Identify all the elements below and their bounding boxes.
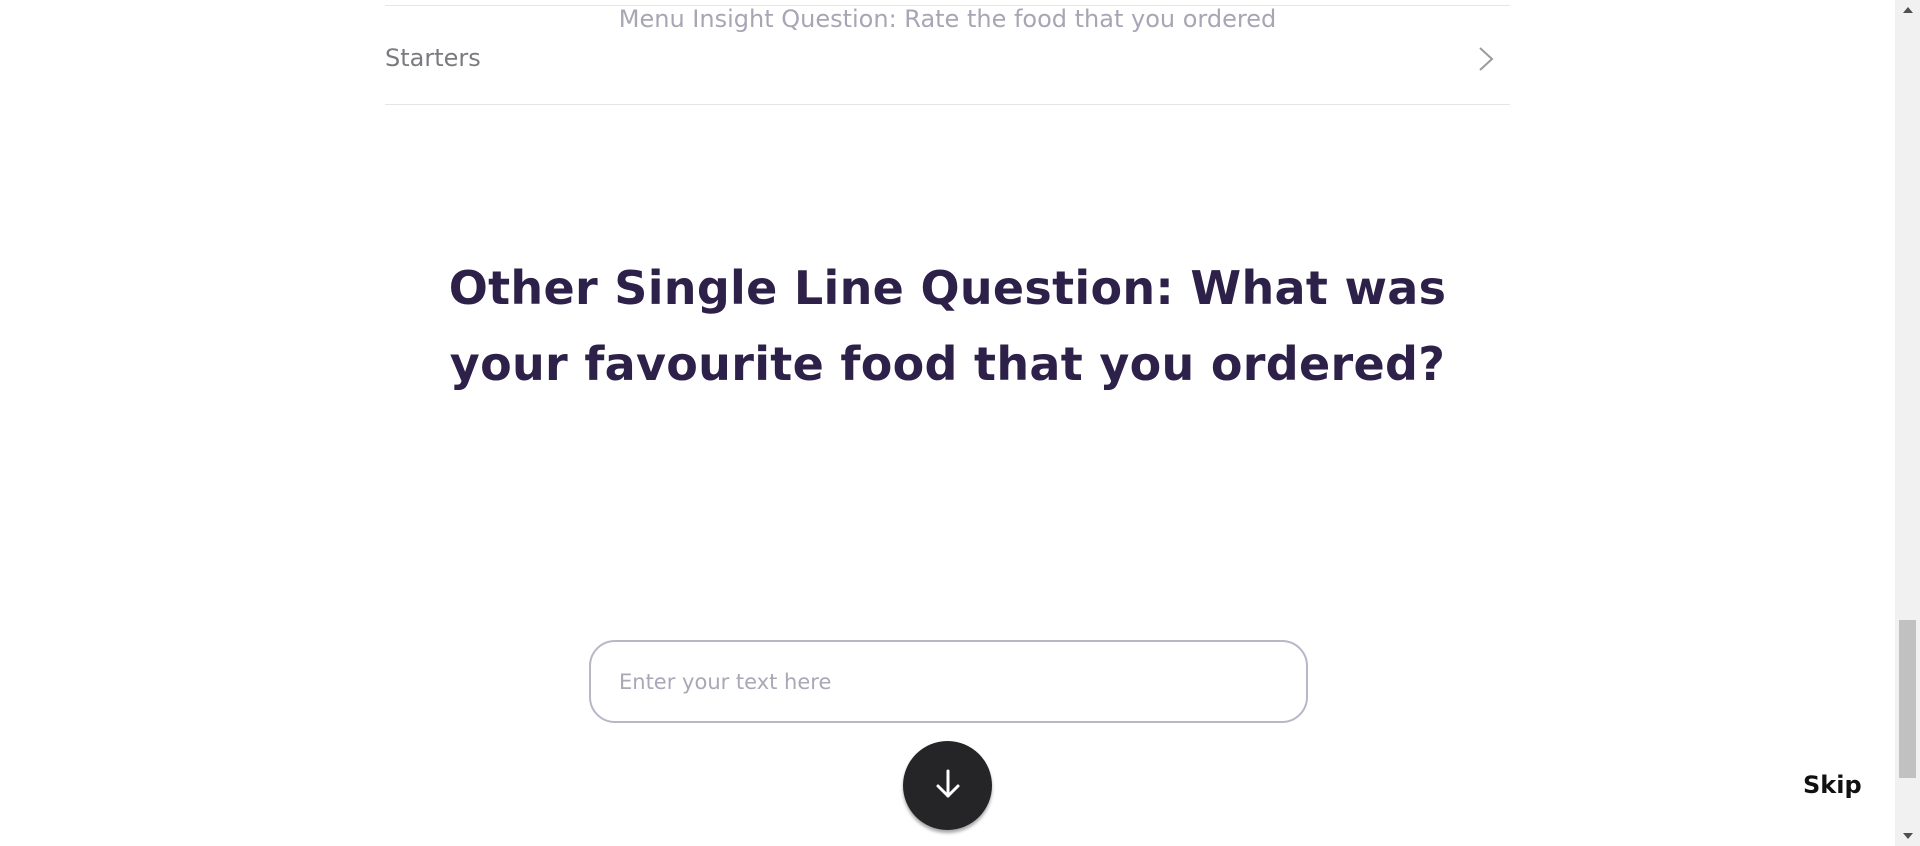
scrollbar-thumb[interactable] bbox=[1899, 620, 1916, 778]
skip-button[interactable]: Skip bbox=[1803, 771, 1862, 799]
previous-question-title: Menu Insight Question: Rate the food tha… bbox=[618, 5, 1277, 33]
answer-input[interactable] bbox=[589, 640, 1308, 723]
question-title: Other Single Line Question: What was you… bbox=[448, 261, 1447, 391]
chevron-right-icon bbox=[1474, 44, 1498, 74]
category-label: Starters bbox=[385, 44, 481, 72]
survey-page: Starters Menu Insight Question: Rate the… bbox=[0, 0, 1920, 846]
arrow-down-icon bbox=[933, 767, 963, 805]
scrollbar[interactable] bbox=[1895, 0, 1920, 846]
next-button[interactable] bbox=[903, 741, 992, 830]
scroll-up-icon[interactable] bbox=[1895, 0, 1920, 20]
scroll-down-icon[interactable] bbox=[1895, 826, 1920, 846]
